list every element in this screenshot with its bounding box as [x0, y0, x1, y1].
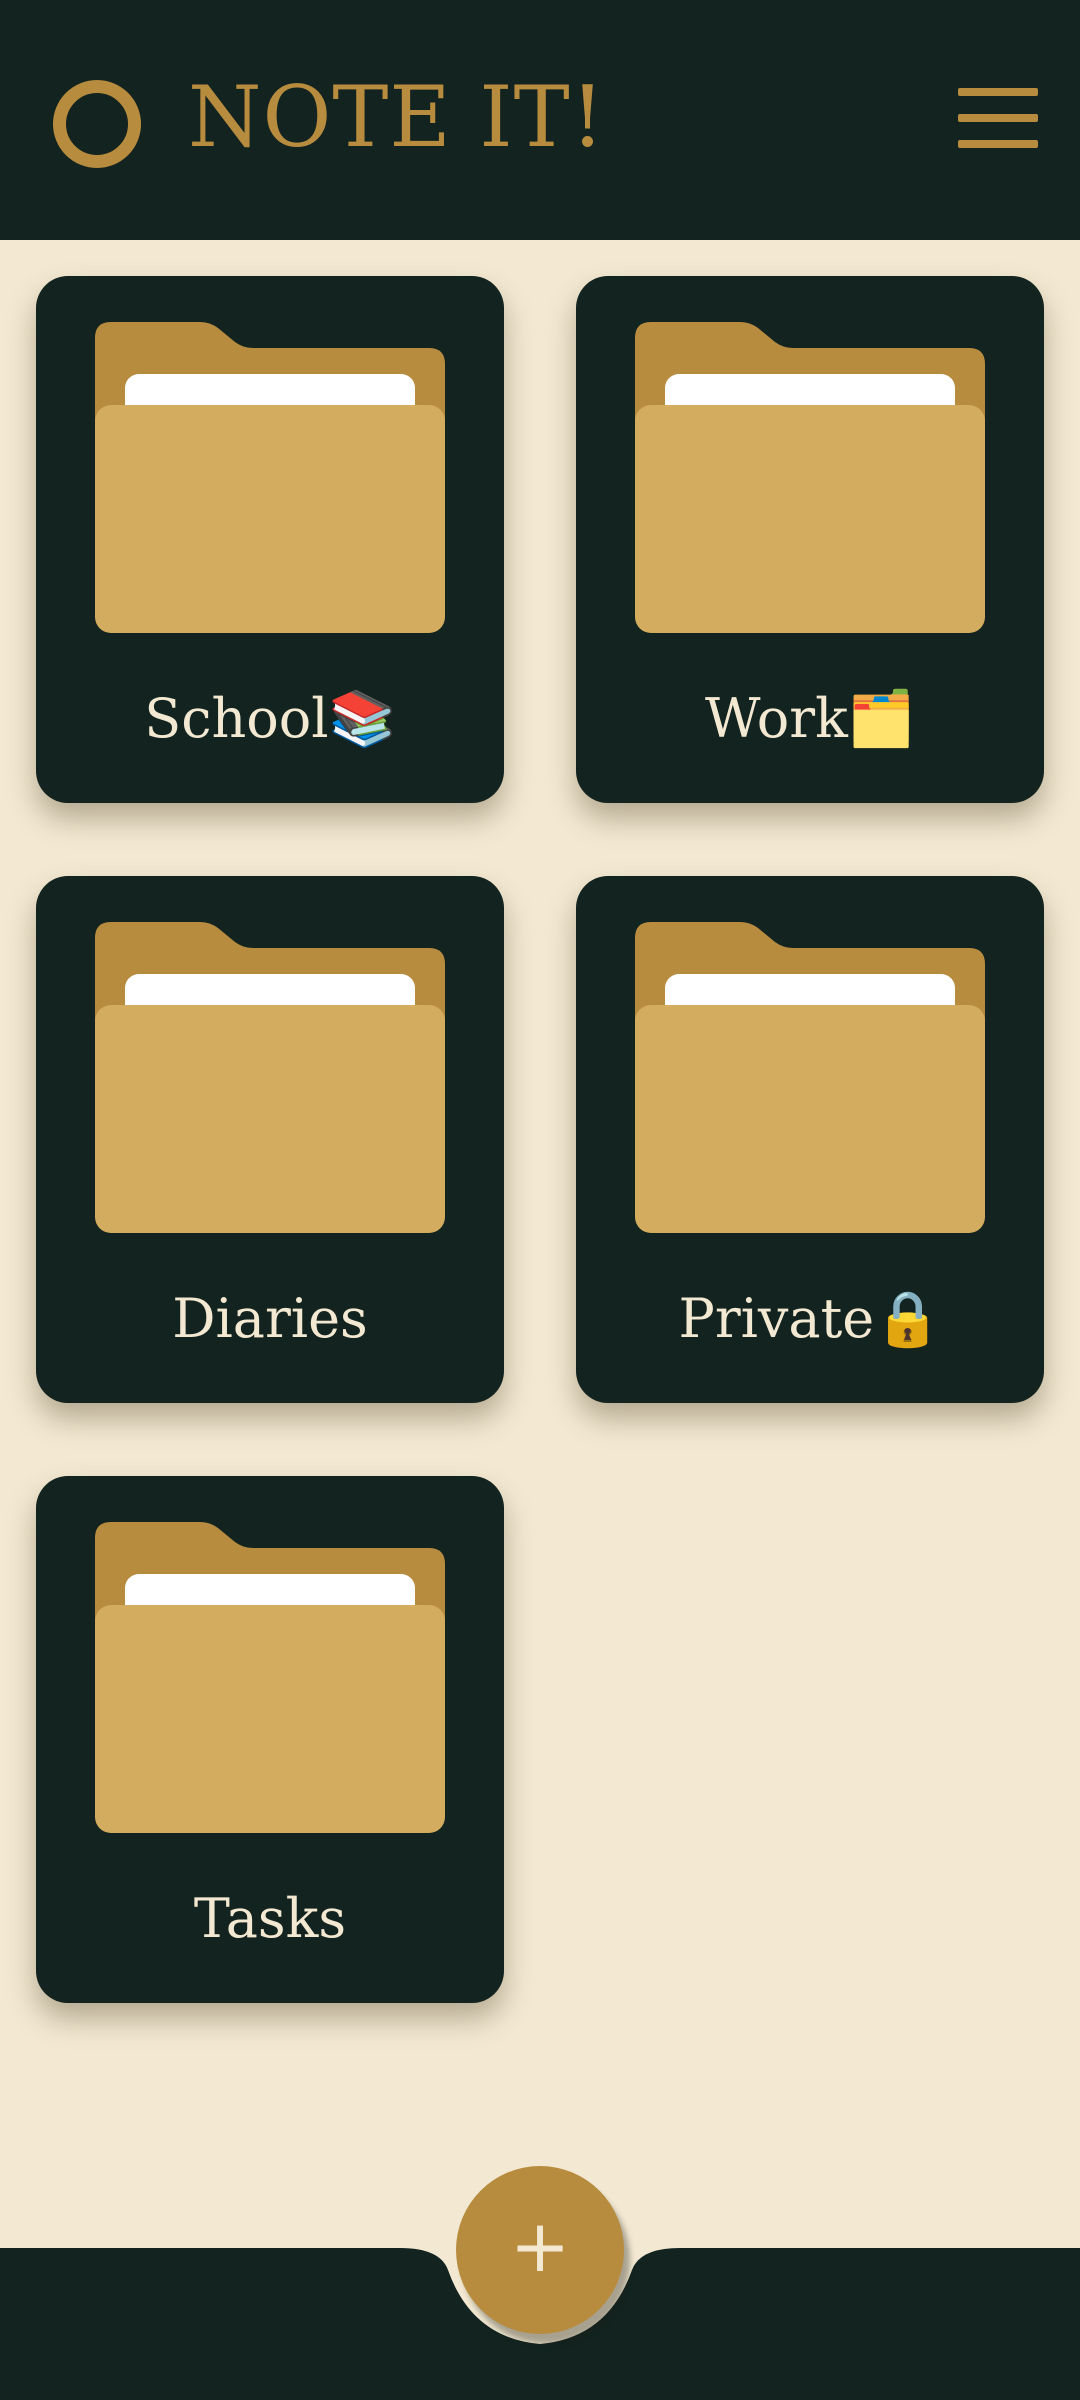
folder-label: School📚 [144, 687, 396, 750]
folder-label: Work🗂️ [704, 687, 916, 750]
add-folder-button[interactable]: + [456, 2166, 624, 2334]
folder-icon [95, 322, 445, 633]
plus-icon: + [509, 2204, 571, 2288]
folder-card-diaries[interactable]: Diaries [36, 876, 504, 1403]
folder-label: Tasks [193, 1887, 347, 1950]
folder-icon [95, 1522, 445, 1833]
folder-icon [95, 922, 445, 1233]
folder-grid: School📚 Work🗂️ Diaries Private🔒 Tasks [0, 0, 1080, 2400]
folder-card-work[interactable]: Work🗂️ [576, 276, 1044, 803]
folder-icon [635, 922, 985, 1233]
folder-label: Diaries [172, 1287, 368, 1350]
folder-card-school[interactable]: School📚 [36, 276, 504, 803]
folder-label: Private🔒 [678, 1287, 942, 1350]
folder-card-tasks[interactable]: Tasks [36, 1476, 504, 2003]
folder-icon [635, 322, 985, 633]
folder-card-private[interactable]: Private🔒 [576, 876, 1044, 1403]
